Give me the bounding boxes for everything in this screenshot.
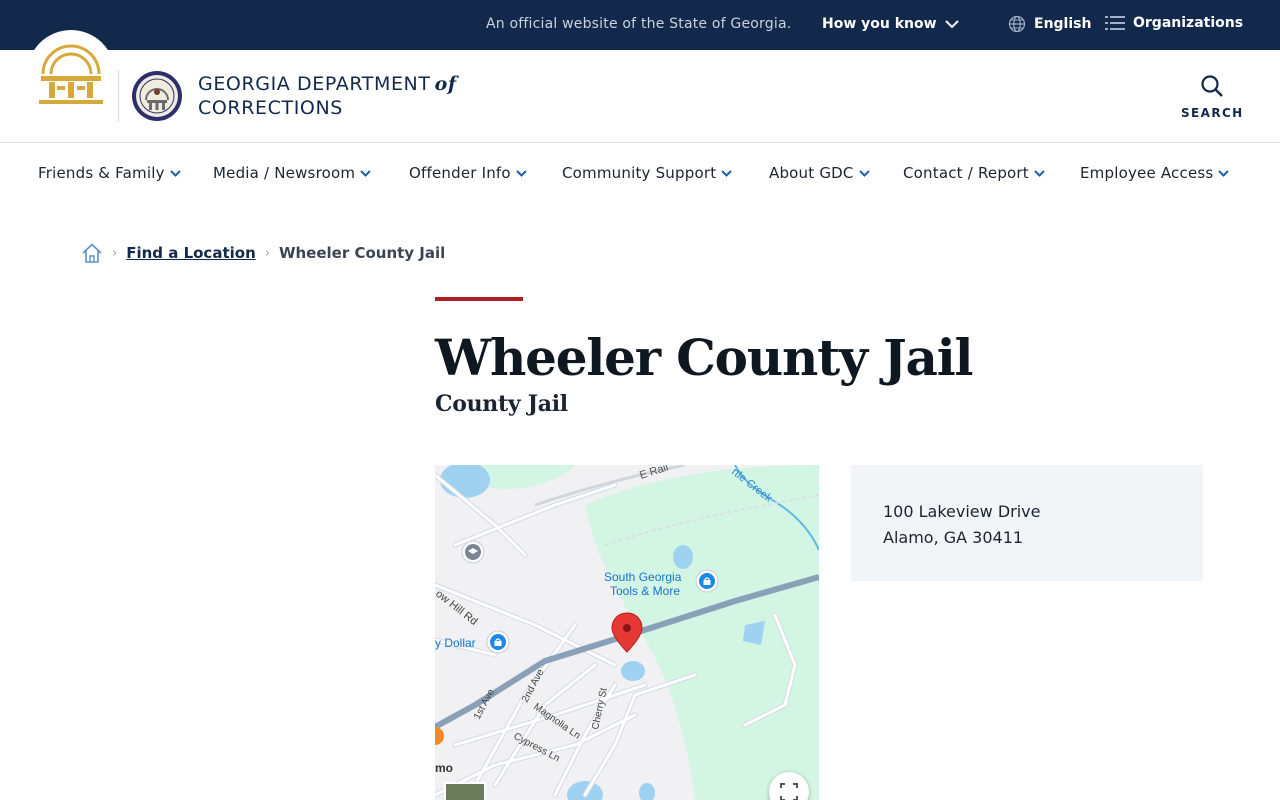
fullscreen-icon [780,783,798,800]
organizations-menu[interactable]: Organizations [1105,15,1243,31]
map-fullscreen-button[interactable] [769,772,809,800]
organizations-label: Organizations [1133,15,1244,31]
chevron-right-icon: › [112,245,118,261]
home-icon[interactable] [81,242,103,264]
nav-friends-family[interactable]: Friends & Family [38,164,181,182]
map-business-line1: South Georgia [604,570,682,584]
search-button[interactable]: SEARCH [1181,74,1243,120]
breadcrumb: › Find a Location › Wheeler County Jail [81,242,445,264]
nav-label: Contact / Report [903,164,1029,182]
map-water [621,661,645,681]
georgia-seal-logo[interactable] [27,30,115,118]
agency-name-line1: GEORGIA DEPARTMENT [198,73,431,95]
nav-label: Community Support [562,164,717,182]
chevron-down-icon [944,19,959,28]
chevron-right-icon: › [264,245,270,261]
page-title: Wheeler County Jail [435,328,974,387]
nav-community-support[interactable]: Community Support [562,164,732,182]
nav-about-gdc[interactable]: About GDC [769,164,870,182]
official-site-banner: An official website of the State of Geor… [0,0,1280,50]
nav-offender-info[interactable]: Offender Info [409,164,527,182]
list-icon [1105,16,1125,30]
map-water [673,545,693,569]
globe-icon [1008,15,1026,33]
site-header [0,50,1280,143]
nav-label: Media / Newsroom [213,164,356,182]
language-selector[interactable]: English [1008,15,1091,33]
agency-name[interactable]: GEORGIA DEPARTMENT of CORRECTIONS [198,72,457,120]
chevron-down-icon [1034,169,1045,177]
chevron-down-icon [516,169,527,177]
search-icon [1201,75,1223,97]
address-line2: Alamo, GA 30411 [883,528,1024,547]
street-view-thumbnail [444,782,486,800]
how-you-know-toggle[interactable]: How you know [822,16,959,32]
location-map[interactable]: E Rail rtle Creek South Georgia Tools & M… [435,465,819,800]
map-label-dollar: y Dollar [435,636,476,650]
nav-label: Employee Access [1080,164,1214,182]
how-you-know-label: How you know [822,16,937,32]
nav-contact-report[interactable]: Contact / Report [903,164,1045,182]
chevron-down-icon [360,169,371,177]
search-label: SEARCH [1181,106,1244,120]
agency-name-line2: CORRECTIONS [198,97,343,119]
nav-label: About GDC [769,164,854,182]
breadcrumb-current: Wheeler County Jail [278,244,446,262]
nav-label: Friends & Family [38,164,165,182]
nav-employee-access[interactable]: Employee Access [1080,164,1230,182]
chevron-down-icon [1218,169,1230,177]
department-of-corrections-seal-icon[interactable] [131,70,183,122]
language-label: English [1034,16,1092,32]
page-subtitle: County Jail [435,391,568,417]
breadcrumb-find-location-link[interactable]: Find a Location [126,244,256,262]
map-canvas: E Rail rtle Creek South Georgia Tools & M… [435,465,819,800]
store-marker-icon [486,630,510,654]
map-label-mo: mo [435,761,453,775]
chevron-down-icon [721,169,732,177]
map-business-line2: Tools & More [610,584,680,598]
address-line1: 100 Lakeview Drive [883,502,1041,521]
georgia-arch-seal-icon [39,44,103,104]
address-card: 100 Lakeview Drive Alamo, GA 30411 [851,465,1203,581]
chevron-down-icon [858,169,870,177]
title-accent-rule [435,297,523,301]
map-label-business: South Georgia Tools & More [604,570,682,598]
school-marker-icon [461,540,485,564]
official-site-text: An official website of the State of Geor… [486,16,792,32]
chevron-down-icon [169,169,181,177]
nav-label: Offender Info [409,164,511,182]
logo-divider [118,70,119,122]
agency-name-of: of [434,73,457,95]
nav-media-newsroom[interactable]: Media / Newsroom [213,164,371,182]
store-marker-icon [695,569,719,593]
